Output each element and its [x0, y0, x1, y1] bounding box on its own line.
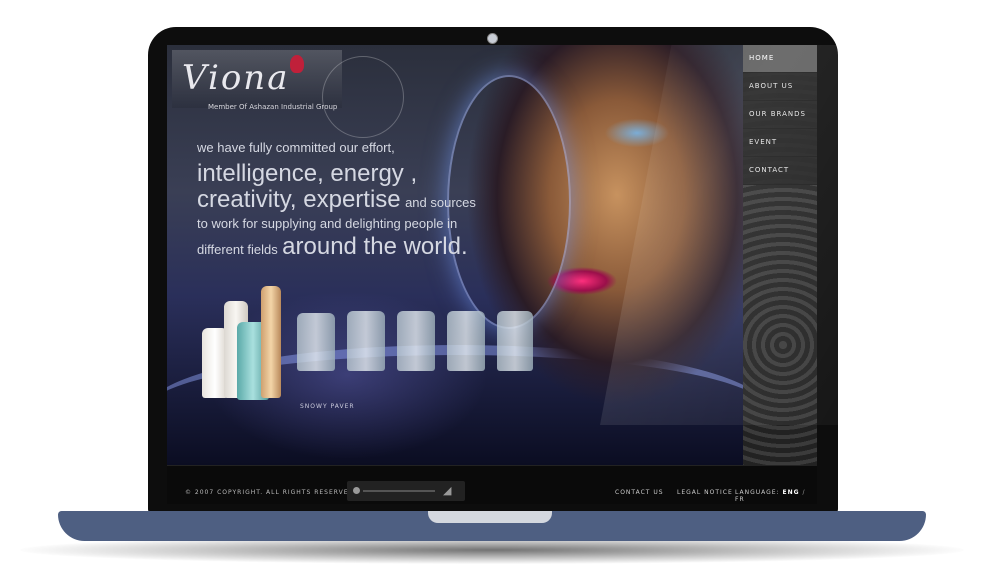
audio-seek-knob[interactable] — [353, 487, 360, 494]
product-group — [347, 311, 385, 371]
copyright-text: © 2007 COPYRIGHT. ALL RIGHTS RESERVED. — [185, 489, 358, 496]
slogan-line-3-large: creativity, expertise — [197, 186, 401, 213]
laptop-notch — [428, 511, 552, 523]
language-selector: LANGUAGE: ENG / FR — [735, 489, 817, 503]
logo-tagline: Member Of Ashazan Industrial Group — [208, 103, 338, 111]
nav-event[interactable]: EVENT — [743, 129, 817, 157]
product-group — [497, 311, 533, 371]
hero-banner: Viona Member Of Ashazan Industrial Group… — [167, 45, 743, 465]
product-group — [297, 313, 335, 371]
slogan-line-3-small: and sources — [405, 195, 476, 210]
slogan-line-5-small: different fields — [197, 242, 278, 257]
nav-our-brands[interactable]: OUR BRANDS — [743, 101, 817, 129]
slogan-line-2: intelligence, energy , — [197, 160, 418, 187]
audio-player[interactable]: ◢ — [347, 481, 465, 501]
slogan-line-4: to work for supplying and delighting peo… — [197, 216, 458, 231]
slogan-line-3: creativity, expertise and sources — [197, 188, 476, 212]
nav-about-us[interactable]: ABOUT US — [743, 73, 817, 101]
product-pump-bottle — [261, 286, 281, 398]
lang-fr-link[interactable]: FR — [735, 496, 745, 503]
product-name-label: SNOWY PAVER — [300, 403, 355, 410]
language-label: LANGUAGE: — [735, 489, 780, 496]
slogan-line-5-large: around the world. — [282, 233, 468, 260]
product-group — [397, 311, 435, 371]
footer-contact-link[interactable]: CONTACT US — [615, 489, 664, 496]
nav-contact[interactable]: CONTACT — [743, 157, 817, 185]
logo-text: Viona — [182, 58, 290, 98]
logo-swirl-decoration — [322, 56, 404, 138]
slogan-line-1: we have fully committed our effort, — [197, 140, 395, 155]
volume-icon[interactable]: ◢ — [443, 484, 451, 497]
footer: © 2007 COPYRIGHT. ALL RIGHTS RESERVED. ◢… — [167, 465, 817, 504]
audio-progress-track[interactable] — [363, 490, 435, 492]
logo-flame-icon — [290, 55, 304, 73]
nav-home[interactable]: HOME — [743, 45, 817, 73]
slogan-line-5: different fields around the world. — [197, 235, 468, 259]
lang-eng-link[interactable]: ENG — [783, 489, 800, 496]
product-group — [447, 311, 485, 371]
main-nav: HOME ABOUT US OUR BRANDS EVENT CONTACT — [743, 45, 817, 465]
logo[interactable]: Viona Member Of Ashazan Industrial Group — [172, 50, 404, 138]
lang-separator: / — [802, 489, 806, 496]
footer-legal-link[interactable]: LEGAL NOTICE — [677, 489, 733, 496]
webcam-icon — [487, 33, 498, 44]
website-screen: Viona Member Of Ashazan Industrial Group… — [167, 45, 817, 504]
